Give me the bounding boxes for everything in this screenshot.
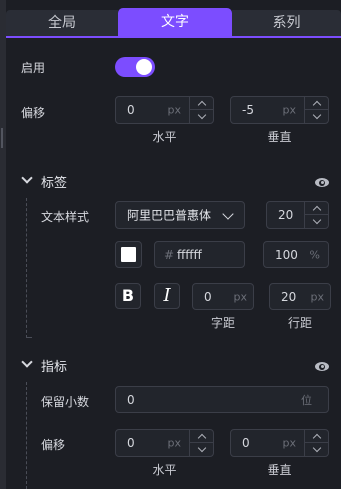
indicator-vertical-value: 0 <box>242 436 250 450</box>
eye-icon[interactable] <box>315 362 329 371</box>
line-height-caption: 行距 <box>287 316 312 330</box>
toggle-knob <box>136 59 152 75</box>
letter-spacing-input[interactable]: 0 px <box>192 283 254 310</box>
indicator-section-title[interactable]: 指标 <box>41 356 67 375</box>
increment-button[interactable] <box>305 97 329 110</box>
offset-vertical-input[interactable]: -5 px <box>230 96 329 124</box>
decrement-button[interactable] <box>305 110 329 123</box>
indicator-vertical-stepper <box>304 430 329 456</box>
offset-vertical-stepper <box>304 97 329 123</box>
opacity-input[interactable]: 100 % <box>263 241 329 268</box>
decrement-button[interactable] <box>305 215 329 228</box>
enable-toggle[interactable] <box>115 57 155 77</box>
decimals-input[interactable]: 0 位 <box>115 386 329 413</box>
chevron-down-icon[interactable] <box>21 356 33 368</box>
line-height-input[interactable]: 20 px <box>269 283 331 310</box>
decimals-label: 保留小数 <box>41 395 90 409</box>
italic-button[interactable]: I <box>154 283 180 309</box>
chevron-down-icon <box>222 208 234 220</box>
indicator-vertical-caption: 垂直 <box>267 463 292 477</box>
chevron-up-icon <box>312 100 322 109</box>
indicator-offset-label: 偏移 <box>41 438 66 452</box>
chevron-down-icon <box>312 215 322 225</box>
color-swatch-fill <box>121 247 136 262</box>
chevron-down-icon <box>312 443 322 453</box>
line-height-unit: px <box>310 290 325 303</box>
chevron-down-icon <box>312 110 322 120</box>
chevron-up-icon <box>312 205 322 214</box>
decrement-button[interactable] <box>305 443 329 456</box>
decimals-unit: 位 <box>301 393 312 407</box>
font-size-value: 20 <box>278 208 294 222</box>
font-family-select[interactable]: 阿里巴巴普惠体 <box>115 201 245 229</box>
offset-label: 偏移 <box>21 106 46 120</box>
indicator-horizontal-value: 0 <box>127 436 135 450</box>
tab-global[interactable]: 全局 <box>6 10 118 36</box>
chevron-down-icon <box>197 443 207 453</box>
decrement-button[interactable] <box>190 443 214 456</box>
enable-label: 启用 <box>21 61 46 75</box>
line-height-value: 20 <box>281 289 297 304</box>
offset-vertical-unit: px <box>282 103 297 117</box>
font-size-stepper <box>304 202 329 228</box>
chevron-up-icon <box>197 100 207 109</box>
tab-series[interactable]: 系列 <box>232 10 341 36</box>
color-hex-input[interactable]: # ffffff <box>154 241 245 268</box>
increment-button[interactable] <box>305 430 329 443</box>
letter-spacing-value: 0 <box>204 289 212 304</box>
letter-spacing-caption: 字距 <box>210 316 235 330</box>
section-bracket <box>26 382 32 489</box>
offset-vertical-caption: 垂直 <box>267 130 292 144</box>
chevron-up-icon <box>197 433 207 442</box>
offset-horizontal-unit: px <box>167 103 182 117</box>
chevron-down-icon[interactable] <box>21 172 33 184</box>
section-bracket <box>26 198 32 338</box>
indicator-horizontal-caption: 水平 <box>152 463 177 477</box>
tab-bar: 全局 文字 系列 <box>6 8 341 36</box>
increment-button[interactable] <box>305 202 329 215</box>
increment-button[interactable] <box>190 97 214 110</box>
indicator-vertical-unit: px <box>282 436 297 450</box>
font-family-value: 阿里巴巴普惠体 <box>127 208 212 223</box>
indicator-horizontal-stepper <box>189 430 214 456</box>
indicator-horizontal-input[interactable]: 0 px <box>115 429 214 457</box>
opacity-value: 100 <box>275 247 298 262</box>
offset-horizontal-value: 0 <box>127 103 135 117</box>
text-settings-panel: 全局 文字 系列 启用 偏移 0 px 水平 -5 px 垂直 标签 文本样式 … <box>0 0 341 489</box>
increment-button[interactable] <box>190 430 214 443</box>
decrement-button[interactable] <box>190 110 214 123</box>
color-hex-value: ffffff <box>177 247 202 262</box>
decimals-value: 0 <box>127 392 135 407</box>
indicator-horizontal-unit: px <box>167 436 182 450</box>
indicator-vertical-input[interactable]: 0 px <box>230 429 329 457</box>
letter-spacing-unit: px <box>233 290 248 303</box>
left-scroll-strip <box>0 0 6 489</box>
eye-icon[interactable] <box>315 178 329 187</box>
offset-horizontal-input[interactable]: 0 px <box>115 96 214 124</box>
hash-prefix: # <box>164 247 175 262</box>
offset-vertical-value: -5 <box>242 103 254 117</box>
text-style-label: 文本样式 <box>41 210 90 224</box>
chevron-up-icon <box>312 433 322 442</box>
color-swatch[interactable] <box>115 241 142 268</box>
offset-horizontal-caption: 水平 <box>152 130 177 144</box>
tab-text[interactable]: 文字 <box>118 8 232 36</box>
tab-underline <box>6 36 341 38</box>
chevron-down-icon <box>197 110 207 120</box>
offset-horizontal-stepper <box>189 97 214 123</box>
opacity-unit: % <box>309 248 320 261</box>
bold-button[interactable]: B <box>115 283 141 309</box>
label-section-title[interactable]: 标签 <box>41 172 67 191</box>
font-size-input[interactable]: 20 <box>266 201 329 229</box>
